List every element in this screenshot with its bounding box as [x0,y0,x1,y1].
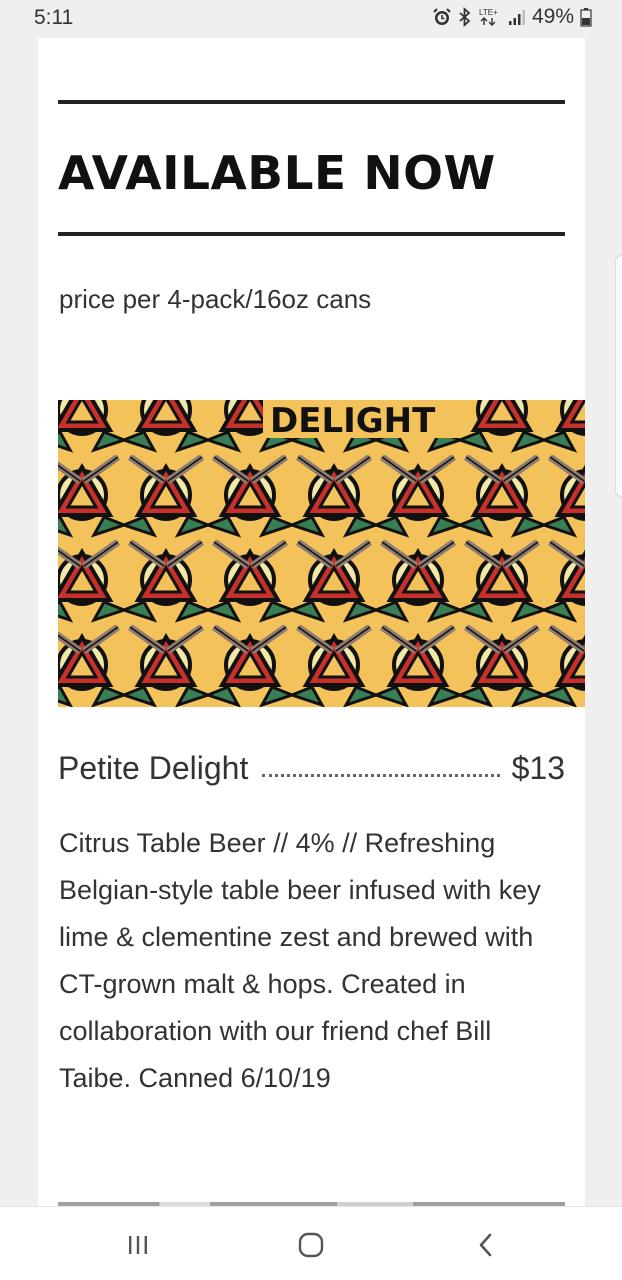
alarm-icon [432,7,452,27]
beer-description: Citrus Table Beer // 4% // Refreshing Be… [59,828,541,1093]
navigation-bar [0,1206,622,1280]
home-icon [298,1232,324,1258]
status-bar: 5:11 LTE+ 49% [0,0,622,38]
back-button[interactable] [466,1225,506,1265]
edge-panel-handle[interactable] [615,255,622,497]
recent-apps-icon [129,1236,147,1254]
heading-bottom-rule [58,232,565,236]
battery-percent: 49% [531,5,574,28]
recent-apps-button[interactable] [118,1225,158,1265]
leader-dots [262,774,500,777]
price-note: price per 4-pack/16oz cans [59,284,372,314]
beer-price: $13 [511,750,565,786]
status-icons: LTE+ 49% [432,5,592,29]
section-heading: AVAILABLE NOW [58,146,496,200]
menu-page: AVAILABLE NOW price per 4-pack/16oz cans… [38,38,585,1206]
lte-icon: LTE+ [478,7,502,27]
heading-top-rule [58,100,565,104]
signal-icon [508,8,526,26]
back-icon [479,1233,492,1257]
beer-name: Petite Delight [58,750,249,786]
label-wordmark: DELIGHT [270,401,436,441]
home-button[interactable] [291,1225,331,1265]
battery-icon [580,7,592,27]
bluetooth-icon [458,7,472,27]
status-time: 5:11 [34,6,74,29]
svg-text:LTE+: LTE+ [479,8,498,17]
beer-label-image[interactable]: DELIGHT [58,400,585,707]
beer-item-row: Petite Delight $13 [58,750,565,787]
